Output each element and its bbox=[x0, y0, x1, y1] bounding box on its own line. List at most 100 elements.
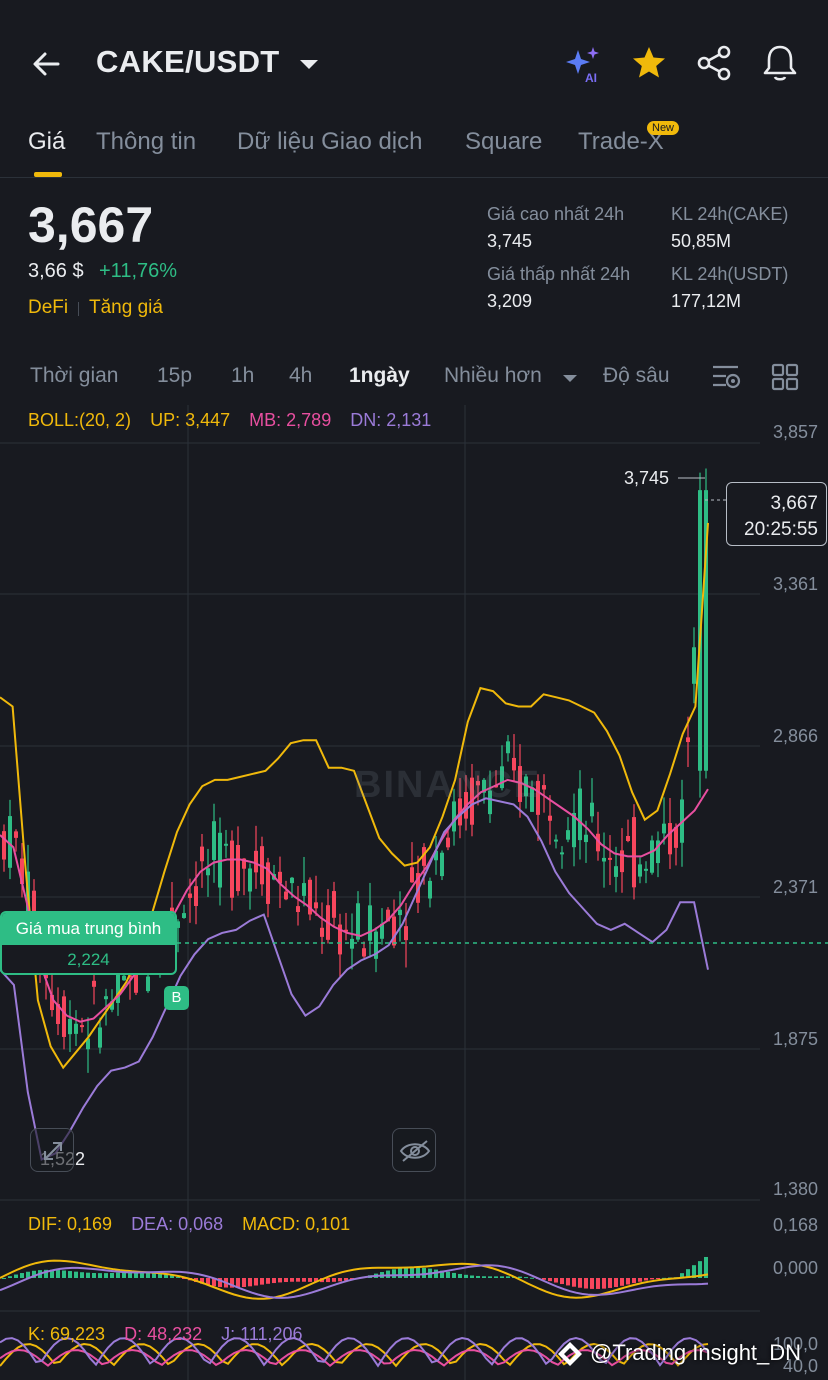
timeframe-4h[interactable]: 4h bbox=[289, 364, 312, 388]
candle-body bbox=[554, 839, 558, 842]
macd-bar bbox=[260, 1278, 264, 1285]
pair-title[interactable]: CAKE/USDT bbox=[96, 44, 280, 80]
macd-bar bbox=[644, 1278, 648, 1281]
macd-bar bbox=[284, 1278, 288, 1282]
tab-price[interactable]: Giá bbox=[28, 128, 65, 156]
avg-buy-price-box[interactable]: Giá mua trung bình 2,224 bbox=[0, 911, 177, 975]
tab-square[interactable]: Square bbox=[465, 128, 542, 156]
timeframe-15m[interactable]: 15p bbox=[157, 364, 192, 388]
macd-bar bbox=[338, 1278, 342, 1282]
current-price-box[interactable]: 3,667 20:25:55 bbox=[726, 482, 827, 546]
bollinger-bands bbox=[0, 477, 828, 1161]
back-arrow-icon[interactable] bbox=[28, 44, 68, 84]
candle-body bbox=[320, 927, 324, 937]
macd-bar bbox=[632, 1278, 636, 1284]
timeframe-time[interactable]: Thời gian bbox=[30, 364, 118, 388]
macd-bar bbox=[620, 1278, 624, 1286]
candle-body bbox=[404, 926, 408, 941]
candle-body bbox=[254, 850, 258, 873]
layout-grid-icon[interactable] bbox=[770, 362, 800, 397]
candle-body bbox=[80, 1025, 84, 1028]
macd-legend: DIF: 0,169 DEA: 0,068 MACD: 0,101 bbox=[28, 1214, 364, 1235]
candle-body bbox=[92, 980, 96, 987]
timeframe-1h[interactable]: 1h bbox=[231, 364, 254, 388]
macd-bar bbox=[560, 1278, 564, 1285]
timeframe-1d[interactable]: 1ngày bbox=[349, 364, 410, 388]
hide-markers-icon[interactable] bbox=[392, 1128, 436, 1172]
macd-histogram bbox=[2, 1256, 708, 1289]
macd-bar bbox=[296, 1278, 300, 1282]
macd-bar bbox=[506, 1276, 510, 1278]
macd-bar bbox=[104, 1273, 108, 1278]
candle-body bbox=[362, 948, 366, 957]
candle-body bbox=[650, 840, 654, 873]
macd-tick: 0,000 bbox=[772, 1258, 818, 1278]
tab-trading-data[interactable]: Dữ liệu Giao dịch bbox=[237, 128, 422, 156]
candle-body bbox=[104, 996, 108, 1000]
macd-bar bbox=[488, 1276, 492, 1278]
candle-body bbox=[248, 868, 252, 892]
boll-middle-line bbox=[0, 778, 709, 1023]
candle-body bbox=[392, 916, 396, 946]
favorite-star-icon[interactable] bbox=[628, 42, 672, 86]
timeframe-depth[interactable]: Độ sâu bbox=[603, 364, 670, 388]
avg-buy-value: 2,224 bbox=[67, 950, 110, 969]
header: CAKE/USDT AI bbox=[0, 0, 828, 120]
candle-body bbox=[224, 843, 228, 846]
candle-body bbox=[440, 852, 444, 877]
candle-body bbox=[692, 647, 696, 684]
macd-bar bbox=[302, 1278, 306, 1282]
candle-body bbox=[548, 815, 552, 821]
indicator-settings-icon[interactable] bbox=[710, 362, 742, 397]
macd-bar bbox=[416, 1267, 420, 1278]
more-chevron-icon[interactable] bbox=[562, 371, 578, 389]
candle-body bbox=[584, 834, 588, 843]
buy-marker[interactable]: B bbox=[164, 986, 189, 1010]
macd-bar bbox=[452, 1272, 456, 1278]
candle-body bbox=[14, 831, 18, 838]
macd-bar bbox=[326, 1278, 330, 1283]
candle-body bbox=[560, 852, 564, 855]
macd-bar bbox=[446, 1271, 450, 1278]
tag-gainer[interactable]: Tăng giá bbox=[89, 297, 163, 319]
macd-bar bbox=[584, 1278, 588, 1289]
macd-bar bbox=[278, 1278, 282, 1283]
price-usd: 3,66 $ bbox=[28, 260, 84, 282]
macd-bar bbox=[518, 1276, 522, 1278]
svg-text:AI: AI bbox=[585, 71, 597, 85]
candle-body bbox=[146, 976, 150, 992]
timeframe-more[interactable]: Nhiều hơn bbox=[444, 364, 542, 388]
avg-buy-label: Giá mua trung bình bbox=[2, 913, 175, 945]
candle-body bbox=[644, 868, 648, 871]
macd-bar bbox=[638, 1278, 642, 1282]
macd-bar bbox=[56, 1270, 60, 1278]
last-price: 3,667 bbox=[28, 197, 154, 253]
macd-bar bbox=[68, 1271, 72, 1278]
candle-body bbox=[314, 902, 318, 909]
macd-bar bbox=[470, 1275, 474, 1278]
bell-icon[interactable] bbox=[760, 42, 804, 86]
macd-bar bbox=[92, 1272, 96, 1278]
boll-legend: BOLL:(20, 2) UP: 3,447 MB: 2,789 DN: 2,1… bbox=[28, 410, 445, 431]
macd-bar bbox=[596, 1278, 600, 1289]
chevron-down-icon[interactable] bbox=[298, 58, 320, 77]
macd-bar bbox=[116, 1272, 120, 1278]
candle-body bbox=[626, 835, 630, 842]
candle-body bbox=[350, 938, 354, 949]
candle-body bbox=[62, 996, 66, 1037]
tag-defi[interactable]: DeFi bbox=[28, 297, 68, 319]
tab-info[interactable]: Thông tin bbox=[96, 128, 196, 156]
price-tick: 3,361 bbox=[772, 574, 818, 594]
ai-sparkle-icon[interactable]: AI bbox=[562, 42, 606, 86]
candle-body bbox=[662, 823, 666, 834]
expand-chart-icon[interactable] bbox=[30, 1128, 74, 1172]
kdj-j: J: 111,206 bbox=[221, 1324, 303, 1344]
candle-body bbox=[206, 868, 210, 876]
candle-body bbox=[506, 741, 510, 754]
current-price-value: 3,667 bbox=[770, 493, 818, 514]
candle-body bbox=[284, 891, 288, 900]
share-icon[interactable] bbox=[694, 42, 738, 86]
boll-lower-line bbox=[0, 797, 709, 1161]
high-marker-label: 3,745 bbox=[624, 468, 670, 488]
macd-lines bbox=[0, 1259, 709, 1300]
